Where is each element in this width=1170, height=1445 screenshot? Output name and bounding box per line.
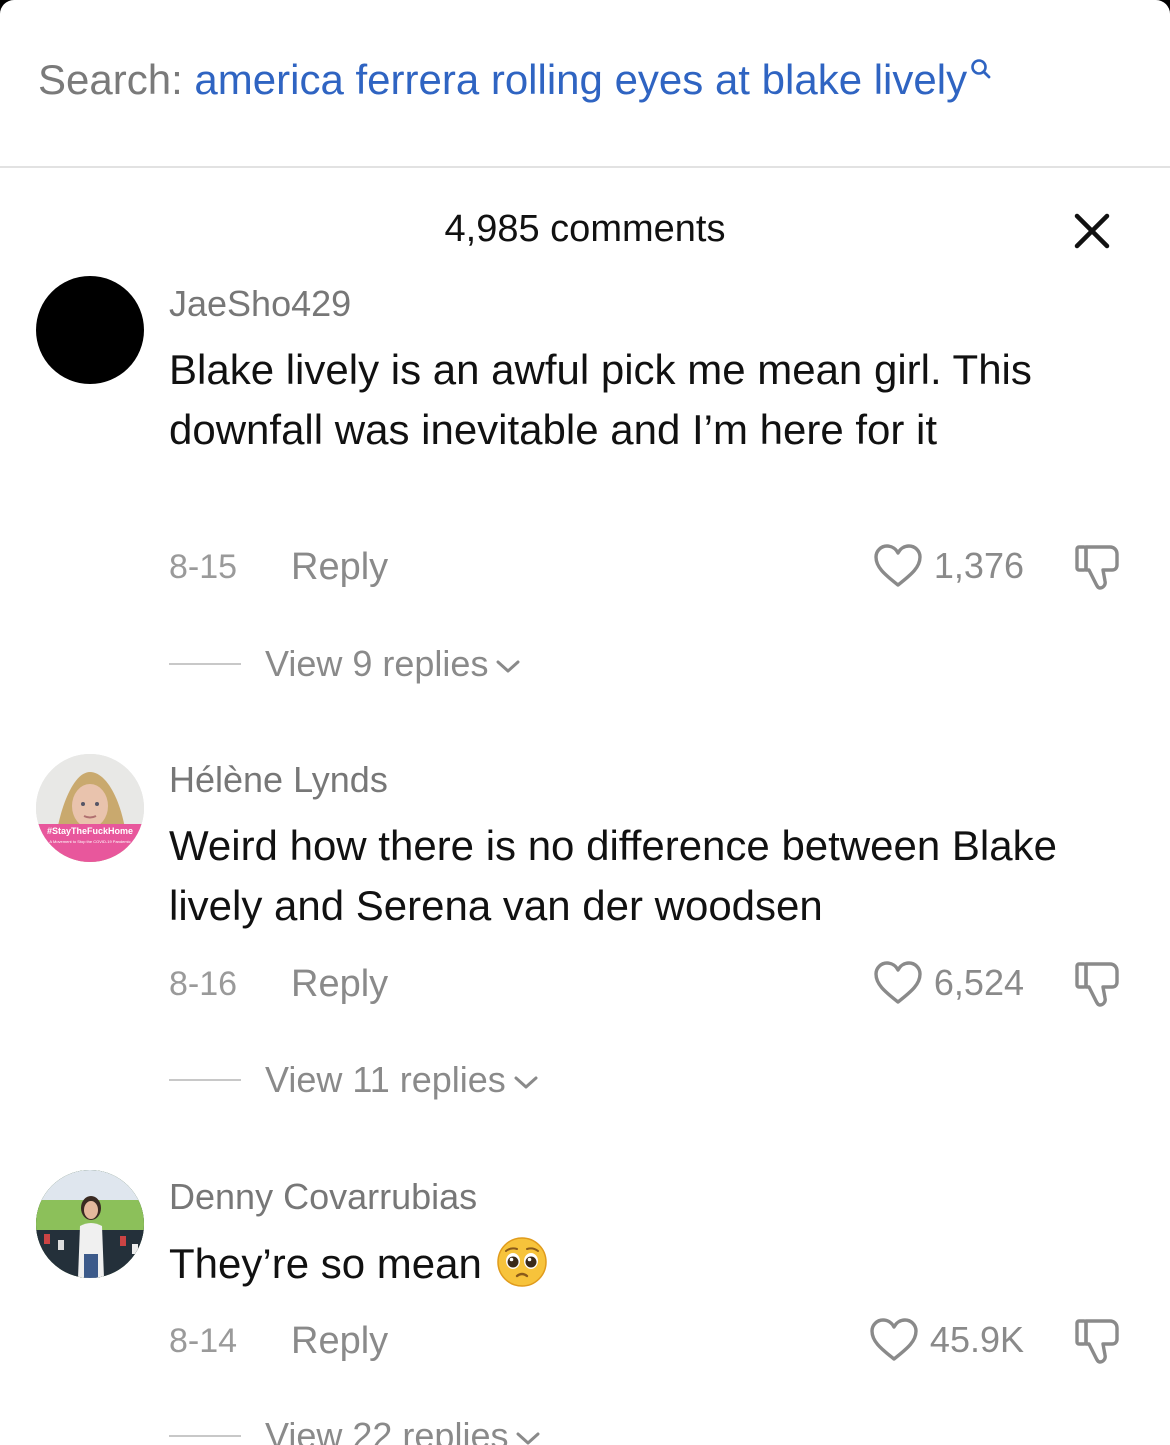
avatar[interactable] (36, 1170, 144, 1278)
view-replies-label[interactable]: View 22 replies (265, 1414, 508, 1445)
view-replies-label[interactable]: View 11 replies (265, 1058, 506, 1102)
reply-button[interactable]: Reply (291, 1319, 388, 1363)
divider-line (169, 663, 241, 665)
avatar-banner-subtext: A Movement to Stop the COVID-19 Pandemic (49, 839, 130, 844)
stadium-photo (36, 1170, 144, 1278)
like-button[interactable]: 6,524 (872, 960, 1024, 1006)
comments-count-title: 4,985 comments (444, 208, 726, 250)
comment-date: 8-14 (169, 1322, 238, 1360)
dislike-icon[interactable] (1072, 1315, 1124, 1367)
comment-username[interactable]: Denny Covarrubias (169, 1175, 477, 1219)
search-prefix: Search: (38, 56, 183, 103)
like-count: 6,524 (933, 962, 1024, 1003)
pleading-face-emoji-icon (497, 1237, 547, 1287)
heart-icon[interactable] (868, 1317, 920, 1363)
view-replies-button[interactable]: View 11 replies (169, 1058, 540, 1102)
search-text[interactable]: Search: america ferrera rolling eyes at … (38, 52, 993, 108)
divider-line (169, 1079, 241, 1081)
comment-text: Weird how there is no difference between… (169, 822, 1057, 929)
view-replies-button[interactable]: View 9 replies (169, 642, 522, 686)
avatar[interactable]: #StayTheFuckHome A Movement to Stop the … (36, 754, 144, 862)
avatar[interactable] (36, 276, 144, 384)
reply-button[interactable]: Reply (291, 962, 388, 1006)
chevron-down-icon[interactable] (512, 1072, 540, 1092)
heart-icon[interactable] (872, 960, 924, 1006)
reply-button[interactable]: Reply (291, 545, 388, 589)
close-icon[interactable] (1070, 209, 1114, 253)
comment-text-body: They’re so mean (169, 1240, 482, 1287)
like-count: 1,376 (933, 545, 1024, 586)
search-icon[interactable] (969, 58, 993, 82)
comment-date: 8-16 (169, 965, 238, 1003)
search-bar[interactable]: Search: america ferrera rolling eyes at … (0, 0, 1170, 168)
view-replies-label[interactable]: View 9 replies (265, 642, 488, 686)
chevron-down-icon[interactable] (494, 656, 522, 676)
comments-screen: Search: america ferrera rolling eyes at … (0, 0, 1170, 1445)
comment-text: They’re so mean (169, 1234, 1129, 1294)
chevron-down-icon[interactable] (514, 1428, 542, 1445)
divider-line (169, 1435, 241, 1437)
heart-icon[interactable] (872, 543, 924, 589)
view-replies-button[interactable]: View 22 replies (169, 1414, 542, 1445)
dislike-icon[interactable] (1072, 541, 1124, 593)
comment-username[interactable]: JaeSho429 (169, 282, 351, 326)
like-button[interactable]: 1,376 (872, 543, 1024, 589)
dislike-icon[interactable] (1072, 958, 1124, 1010)
comment-date: 8-15 (169, 548, 238, 586)
comment-text: Blake lively is an awful pick me mean gi… (169, 346, 1032, 453)
profile-photo: #StayTheFuckHome A Movement to Stop the … (36, 754, 144, 862)
avatar-banner-text: #StayTheFuckHome (47, 826, 133, 836)
search-query[interactable]: america ferrera rolling eyes at blake li… (194, 56, 967, 103)
like-count: 45.9K (929, 1319, 1024, 1360)
like-button[interactable]: 45.9K (868, 1317, 1024, 1363)
comment-username[interactable]: Hélène Lynds (169, 758, 388, 802)
